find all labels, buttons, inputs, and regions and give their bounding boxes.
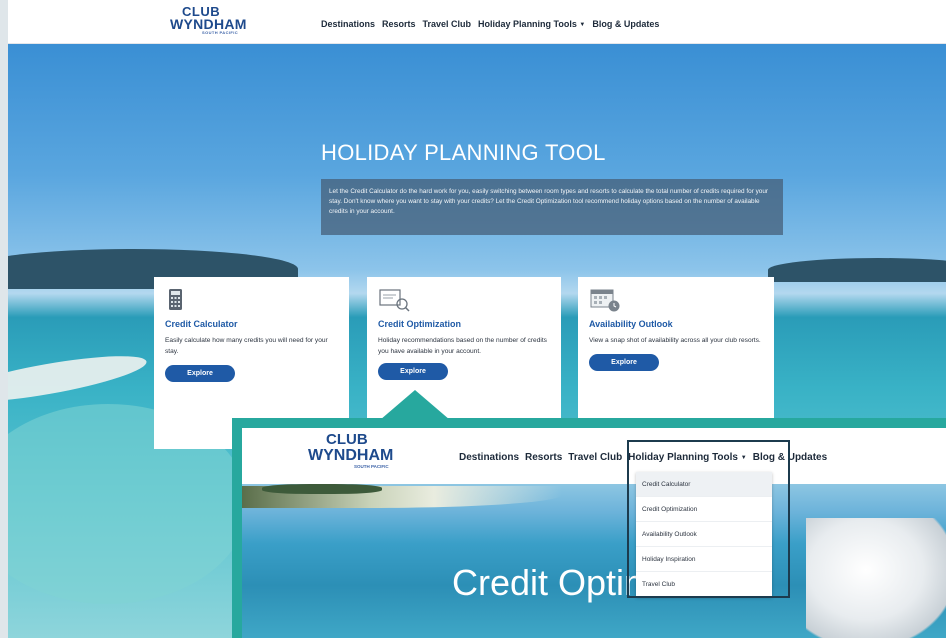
hero-title: HOLIDAY PLANNING TOOL — [321, 140, 606, 165]
page: CLUB WYNDHAM SOUTH PACIFIC Destinations … — [0, 0, 946, 638]
inset-screenshot: CLUB WYNDHAM SOUTH PACIFIC Destinations … — [242, 428, 946, 638]
card-title: Credit Optimization — [378, 319, 461, 329]
explore-button[interactable]: Explore — [589, 354, 659, 371]
nav-resorts[interactable]: Resorts — [382, 19, 416, 29]
inset-nav-destinations[interactable]: Destinations — [459, 452, 519, 463]
logo-line2: WYNDHAM — [170, 16, 247, 32]
nav-destinations[interactable]: Destinations — [321, 19, 375, 29]
nav-links: Destinations Resorts Travel Club Holiday… — [321, 19, 659, 29]
optimization-icon — [378, 287, 550, 313]
inset-callout: CLUB WYNDHAM SOUTH PACIFIC Destinations … — [232, 418, 946, 638]
card-title: Credit Calculator — [165, 319, 238, 329]
nav-blog-updates[interactable]: Blog & Updates — [592, 19, 659, 29]
hill-right — [768, 258, 946, 282]
card-title: Availability Outlook — [589, 319, 673, 329]
inset-logo-line3: SOUTH PACIFIC — [354, 464, 389, 469]
dropdown-highlight-box — [627, 440, 790, 598]
caret-down-icon: ▼ — [579, 22, 586, 28]
callout-pointer — [380, 390, 450, 420]
top-navigation: CLUB WYNDHAM SOUTH PACIFIC Destinations … — [8, 0, 946, 44]
inset-navbar: CLUB WYNDHAM SOUTH PACIFIC Destinations … — [242, 428, 946, 484]
calculator-icon — [165, 287, 338, 313]
card-text: View a snap shot of availability across … — [589, 337, 761, 344]
explore-button[interactable]: Explore — [378, 363, 448, 380]
inset-logo-line1: CLUB — [326, 431, 368, 448]
availability-icon — [589, 287, 763, 313]
sandbar — [8, 346, 150, 412]
nav-travel-club[interactable]: Travel Club — [423, 19, 472, 29]
explore-button[interactable]: Explore — [165, 365, 235, 382]
club-wyndham-logo[interactable]: CLUB WYNDHAM SOUTH PACIFIC — [170, 5, 247, 36]
inset-nav-travel-club[interactable]: Travel Club — [568, 452, 622, 463]
inset-logo-line2: WYNDHAM — [308, 447, 394, 464]
nav-holiday-planning-tools[interactable]: Holiday Planning Tools ▼ — [478, 19, 585, 29]
person-in-white-shirt — [806, 518, 946, 638]
card-text: Easily calculate how many credits you wi… — [165, 337, 328, 355]
inset-nav-resorts[interactable]: Resorts — [525, 452, 562, 463]
hero-intro-text: Let the Credit Calculator do the hard wo… — [321, 179, 783, 235]
nav-holiday-planning-tools-label: Holiday Planning Tools — [478, 19, 577, 29]
inset-logo[interactable]: CLUB WYNDHAM SOUTH PACIFIC — [308, 432, 393, 470]
card-text: Holiday recommendations based on the num… — [378, 337, 547, 355]
inset-trees — [262, 484, 382, 494]
